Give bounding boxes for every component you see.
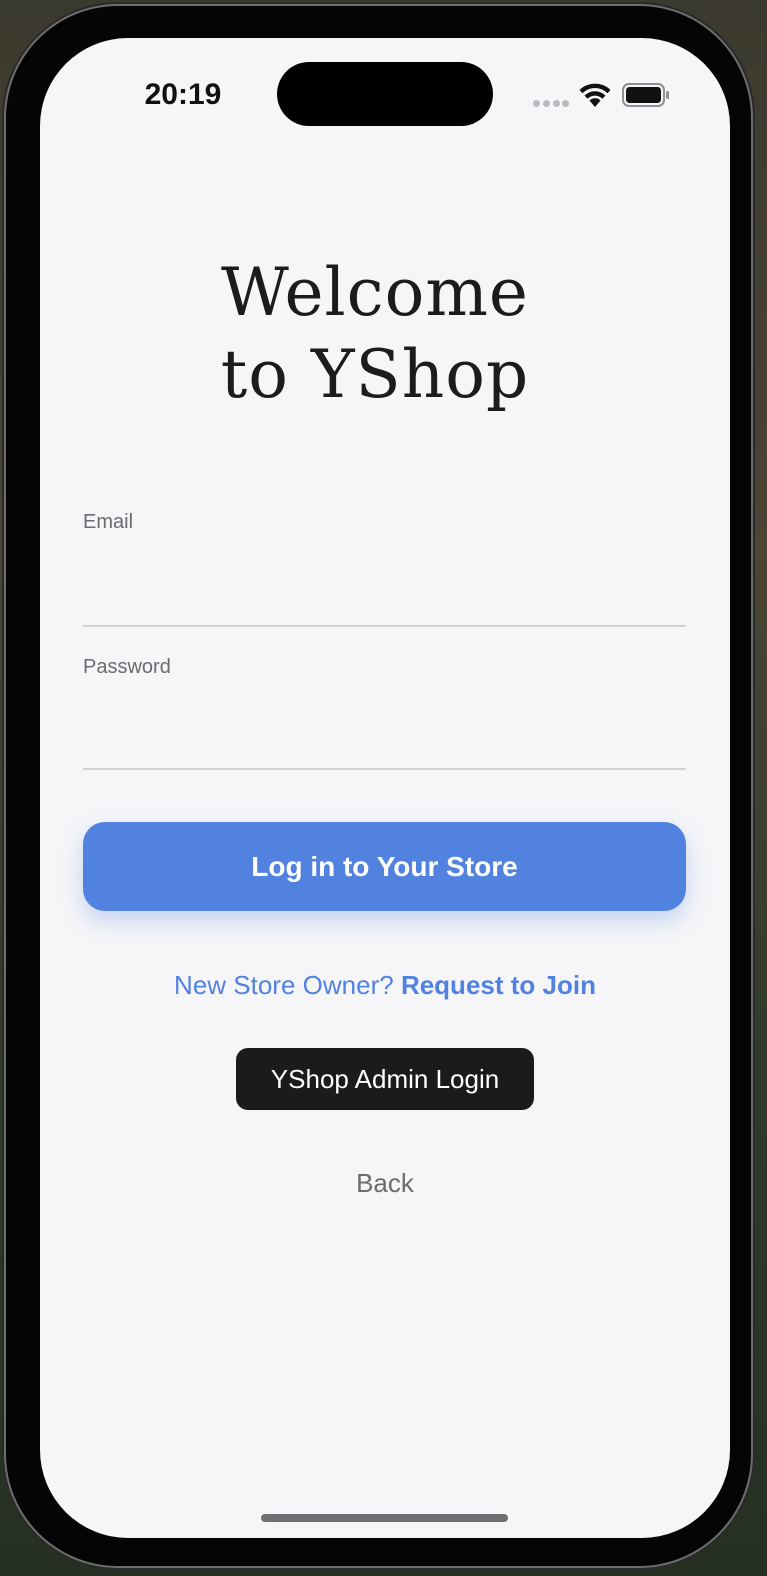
admin-login-button[interactable]: YShop Admin Login bbox=[236, 1048, 534, 1110]
email-field[interactable] bbox=[83, 585, 686, 627]
home-indicator[interactable] bbox=[261, 1514, 508, 1522]
request-join-link[interactable]: Request to Join bbox=[401, 970, 596, 1000]
title-line-1: Welcome bbox=[221, 254, 529, 331]
password-field[interactable] bbox=[83, 728, 686, 770]
wifi-icon bbox=[579, 83, 611, 107]
page-title: Welcome to YShop bbox=[40, 252, 730, 416]
email-label: Email bbox=[83, 511, 134, 533]
device-frame: 20:19 Welcome to YShop Email Password Lo… bbox=[6, 6, 751, 1566]
dynamic-island bbox=[277, 62, 493, 126]
app-screen: 20:19 Welcome to YShop Email Password Lo… bbox=[40, 38, 730, 1538]
password-label: Password bbox=[83, 656, 171, 678]
battery-icon bbox=[622, 83, 669, 107]
status-bar-time: 20:19 bbox=[144, 78, 222, 111]
title-line-2: to YShop bbox=[220, 336, 530, 413]
new-owner-row: New Store Owner? Request to Join bbox=[40, 970, 730, 1001]
login-button[interactable]: Log in to Your Store bbox=[83, 822, 686, 911]
cellular-dots-icon bbox=[533, 100, 569, 108]
new-owner-prompt: New Store Owner? bbox=[174, 970, 394, 1000]
back-button[interactable]: Back bbox=[40, 1168, 730, 1199]
